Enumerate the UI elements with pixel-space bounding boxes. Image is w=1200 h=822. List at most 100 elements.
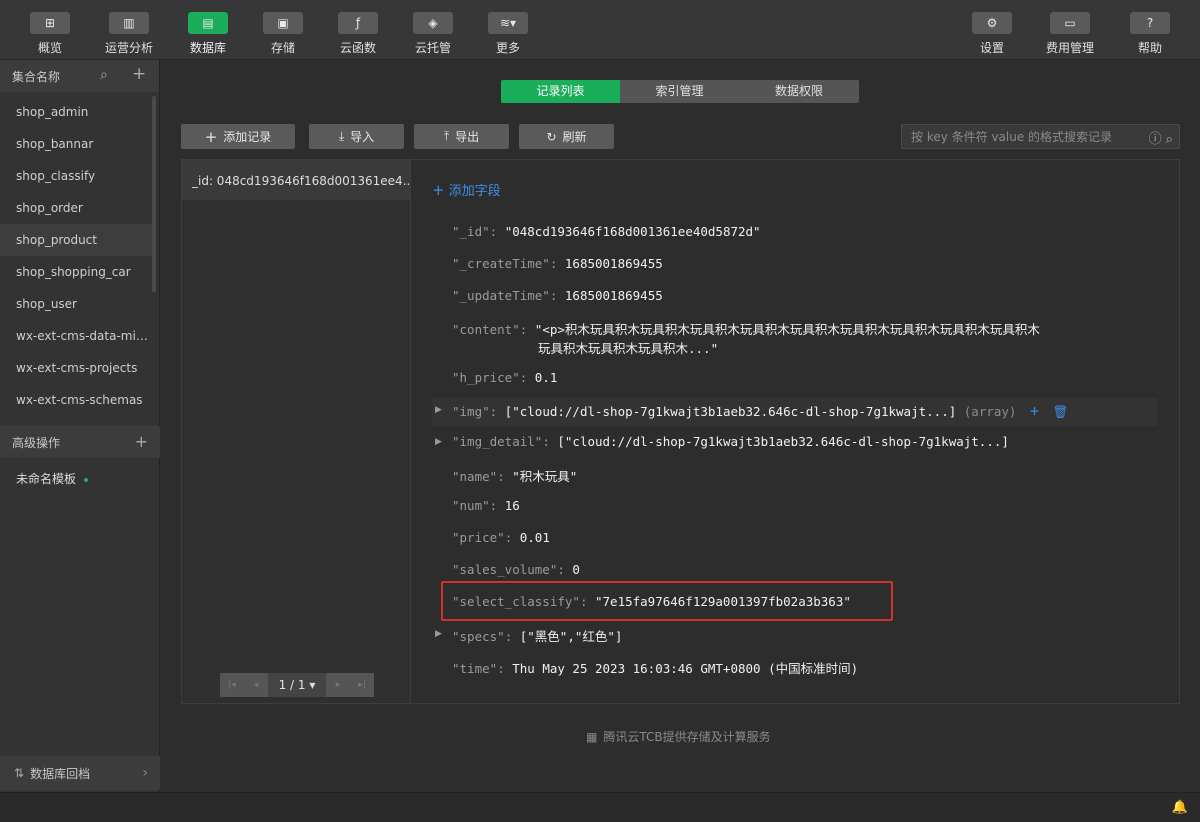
- collection-item[interactable]: shop_user: [0, 288, 154, 320]
- field-row[interactable]: "img_detail": ["cloud://dl-shop-7g1kwajt…: [452, 434, 1009, 449]
- toolbar-analytics[interactable]: ▥ 运营分析: [99, 12, 159, 56]
- field-row[interactable]: "sales_volume": 0: [452, 562, 580, 577]
- field-value[interactable]: "048cd193646f168d001361ee40d5872d": [505, 224, 761, 239]
- next-page-button[interactable]: ▸: [326, 673, 350, 697]
- add-item-icon[interactable]: +: [1030, 402, 1039, 420]
- expand-caret-icon[interactable]: ▶: [435, 405, 442, 415]
- field-value[interactable]: 0.01: [520, 530, 550, 545]
- toolbar-label: 更多: [495, 41, 520, 55]
- add-field-link[interactable]: + 添加字段: [432, 180, 501, 199]
- field-value[interactable]: ["cloud://dl-shop-7g1kwajt3b1aeb32.646c-…: [505, 404, 957, 419]
- trash-icon[interactable]: 🗑: [1053, 404, 1069, 419]
- field-value[interactable]: "<p>积木玩具积木玩具积木玩具积木玩具积木玩具积木玩具积木玩具积木玩具积木玩具…: [535, 322, 1040, 337]
- field-row[interactable]: "content": "<p>积木玩具积木玩具积木玩具积木玩具积木玩具积木玩具积…: [452, 320, 1172, 358]
- toolbar-overview[interactable]: ⊞ 概览: [20, 12, 80, 56]
- field-row[interactable]: "select_classify": "7e15fa97646f129a0013…: [452, 594, 851, 609]
- field-key: "select_classify": [452, 594, 580, 609]
- tab-indexes[interactable]: 索引管理: [620, 80, 739, 103]
- field-row[interactable]: "specs": ["黑色","红色"]: [452, 626, 622, 645]
- toolbar-help[interactable]: ? 帮助: [1120, 12, 1180, 56]
- collection-item[interactable]: shop_admin: [0, 96, 154, 128]
- field-key: "time": [452, 661, 498, 676]
- collection-item-selected[interactable]: shop_product: [0, 224, 154, 256]
- expand-caret-icon[interactable]: ▶: [435, 629, 442, 639]
- import-button[interactable]: ⤓ 导入: [309, 124, 404, 149]
- tencent-cloud-icon: ▦: [586, 729, 598, 744]
- advanced-ops-header: 高级操作 +: [0, 426, 160, 458]
- field-value[interactable]: 0.1: [535, 370, 558, 385]
- toolbar-more[interactable]: ≋▾ 更多: [478, 12, 538, 56]
- collection-item[interactable]: shop_classify: [0, 160, 154, 192]
- field-value[interactable]: ["cloud://dl-shop-7g1kwajt3b1aeb32.646c-…: [557, 434, 1009, 449]
- collection-header: 集合名称 ⌕ +: [0, 60, 159, 92]
- toolbar-billing[interactable]: ▭ 费用管理: [1040, 12, 1100, 56]
- field-key: "_id": [452, 224, 490, 239]
- toolbar-functions[interactable]: ƒ 云函数: [328, 12, 388, 56]
- collection-item[interactable]: shop_bannar: [0, 128, 154, 160]
- toolbar-storage[interactable]: ▣ 存储: [253, 12, 313, 56]
- export-button[interactable]: ⤒ 导出: [414, 124, 509, 149]
- collection-item[interactable]: wx-ext-cms-data-mig...: [0, 320, 154, 352]
- first-page-button[interactable]: |◂: [220, 673, 244, 697]
- field-row[interactable]: "time": Thu May 25 2023 16:03:46 GMT+080…: [452, 658, 858, 677]
- toolbar-label: 存储: [270, 41, 295, 55]
- collection-item[interactable]: wx-ext-cms-projects: [0, 352, 154, 384]
- search-input[interactable]: 按 key 条件符 value 的格式搜索记录 ⓘ ⌕: [901, 124, 1180, 149]
- advanced-ops-label: 高级操作: [12, 435, 61, 450]
- toolbar-label: 云托管: [414, 41, 451, 55]
- sidebar-scrollbar[interactable]: [152, 96, 156, 292]
- refresh-button[interactable]: ↻ 刷新: [519, 124, 614, 149]
- field-value[interactable]: "积木玩具": [512, 469, 577, 484]
- chevron-right-icon: ›: [142, 765, 148, 781]
- toolbar-label: 设置: [979, 41, 1004, 55]
- field-key: "content": [452, 322, 520, 337]
- field-value[interactable]: 16: [505, 498, 520, 513]
- search-icon[interactable]: ⌕: [100, 67, 108, 83]
- info-icon[interactable]: ⓘ: [1149, 132, 1162, 147]
- field-key: "img_detail": [452, 434, 543, 449]
- main-tabs: 记录列表 索引管理 数据权限: [501, 80, 859, 103]
- toolbar-settings[interactable]: ⚙ 设置: [962, 12, 1022, 56]
- collection-item[interactable]: shop_order: [0, 192, 154, 224]
- tab-permissions[interactable]: 数据权限: [739, 80, 859, 103]
- refresh-icon: ↻: [546, 129, 557, 144]
- field-value[interactable]: 0: [572, 562, 580, 577]
- plus-icon: +: [204, 127, 218, 146]
- field-value-cont[interactable]: 玩具积木玩具积木玩具积木...": [538, 341, 718, 356]
- toolbar-label: 概览: [37, 41, 62, 55]
- field-value[interactable]: Thu May 25 2023 16:03:46 GMT+0800 (中国标准时…: [512, 661, 858, 676]
- tab-records[interactable]: 记录列表: [501, 80, 620, 103]
- field-row[interactable]: "h_price": 0.1: [452, 370, 557, 385]
- field-value[interactable]: 1685001869455: [565, 288, 663, 303]
- field-row[interactable]: "_updateTime": 1685001869455: [452, 288, 663, 303]
- toolbar-hosting[interactable]: ◈ 云托管: [403, 12, 463, 56]
- field-row[interactable]: "img": ["cloud://dl-shop-7g1kwajt3b1aeb3…: [452, 402, 1068, 420]
- field-row[interactable]: "_createTime": 1685001869455: [452, 256, 663, 271]
- field-row[interactable]: "_id": "048cd193646f168d001361ee40d5872d…: [452, 224, 761, 239]
- db-rollback[interactable]: ⇅ 数据库回档 ›: [0, 756, 160, 790]
- bar-chart-icon: ▥: [109, 12, 149, 34]
- add-template-icon[interactable]: +: [135, 432, 148, 451]
- last-page-button[interactable]: ▸|: [350, 673, 374, 697]
- collection-item[interactable]: wx-ext-cms-schemas: [0, 384, 154, 416]
- toolbar-database[interactable]: ▤ 数据库: [178, 12, 238, 56]
- field-row[interactable]: "name": "积木玩具": [452, 466, 577, 485]
- field-value[interactable]: 1685001869455: [565, 256, 663, 271]
- bell-icon[interactable]: 🔔: [1172, 800, 1188, 815]
- template-label: 未命名模板: [16, 472, 77, 486]
- record-row[interactable]: _id: 048cd193646f168d001361ee4...: [182, 160, 410, 200]
- field-value[interactable]: ["黑色","红色"]: [520, 629, 623, 644]
- prev-page-button[interactable]: ◂: [244, 673, 268, 697]
- add-record-button[interactable]: + 添加记录: [181, 124, 295, 149]
- template-item[interactable]: 未命名模板: [16, 470, 89, 487]
- field-row[interactable]: "num": 16: [452, 498, 520, 513]
- page-indicator[interactable]: 1 / 1 ▾: [268, 673, 326, 697]
- collection-item[interactable]: shop_shopping_car: [0, 256, 154, 288]
- toolbar-label: 运营分析: [104, 41, 153, 55]
- field-value[interactable]: "7e15fa97646f129a001397fb02a3b363": [595, 594, 851, 609]
- add-collection-icon[interactable]: +: [132, 64, 146, 84]
- expand-caret-icon[interactable]: ▶: [435, 437, 442, 447]
- storage-icon: ▣: [263, 12, 303, 34]
- field-row[interactable]: "price": 0.01: [452, 530, 550, 545]
- search-icon[interactable]: ⌕: [1166, 132, 1173, 147]
